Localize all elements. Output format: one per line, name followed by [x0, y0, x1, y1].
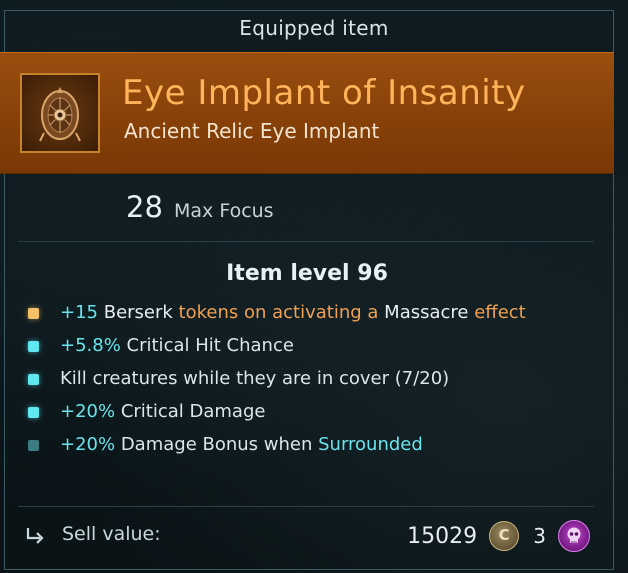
- modifier-text: +15: [60, 302, 104, 323]
- modifier-text: Critical Hit Chance: [120, 335, 294, 356]
- modifier-line: Kill creatures while they are in cover (…: [28, 366, 588, 392]
- modifier-text: Berserk: [103, 302, 173, 323]
- sell-label: Sell value:: [62, 523, 161, 545]
- divider: [18, 506, 594, 507]
- bullet-icon: [28, 407, 39, 418]
- sell-amount: 15029: [407, 523, 478, 549]
- modifier-text: tokens on activating a: [172, 302, 385, 323]
- item-banner: Eye Implant of Insanity Ancient Relic Ey…: [0, 52, 614, 174]
- modifier-text: Critical Damage: [115, 401, 266, 422]
- sell-arrow-icon: [26, 528, 44, 544]
- bullet-icon: [28, 341, 39, 352]
- modifier-text: Kill creatures while they are in cover (…: [60, 368, 450, 389]
- credits-coin-icon: C: [489, 521, 520, 551]
- item-name: Eye Implant of Insanity: [122, 73, 526, 113]
- item-type: Ancient Relic Eye Implant: [124, 119, 380, 143]
- modifier-list: +15 Berserk tokens on activating a Massa…: [28, 300, 588, 465]
- modifier-line: +5.8% Critical Hit Chance: [28, 333, 588, 359]
- stat-label: Max Focus: [174, 200, 274, 222]
- tooltip-header: Equipped item: [239, 16, 389, 40]
- item-tooltip: Equipped item Eye Implant of Insanity An…: [0, 0, 628, 573]
- modifier-text: Surrounded: [318, 434, 423, 455]
- modifier-text: +20%: [60, 434, 116, 455]
- secondary-count: 3: [533, 524, 546, 548]
- primary-stat: 28 Max Focus: [126, 190, 274, 224]
- modifier-text: Damage Bonus when: [115, 434, 319, 455]
- modifier-line: +20% Damage Bonus when Surrounded: [28, 432, 588, 458]
- stat-value: 28: [126, 190, 163, 224]
- skull-token-icon: [558, 520, 590, 552]
- item-level: Item level 96: [226, 261, 388, 286]
- bullet-icon: [28, 374, 39, 385]
- modifier-text: +5.8%: [60, 335, 121, 356]
- divider: [18, 241, 594, 242]
- bullet-icon: [28, 308, 39, 319]
- modifier-text: effect: [468, 302, 526, 323]
- sell-value-row: Sell value: 15029 C 3: [24, 520, 590, 552]
- modifier-text: Massacre: [384, 302, 469, 323]
- modifier-line: +20% Critical Damage: [28, 399, 588, 425]
- sell-price: 15029 C 3: [407, 520, 590, 552]
- eye-implant-icon: [20, 73, 100, 153]
- bullet-icon: [28, 440, 39, 451]
- coin-glyph: C: [498, 526, 510, 544]
- modifier-text: +20%: [60, 401, 116, 422]
- modifier-line: +15 Berserk tokens on activating a Massa…: [28, 300, 588, 326]
